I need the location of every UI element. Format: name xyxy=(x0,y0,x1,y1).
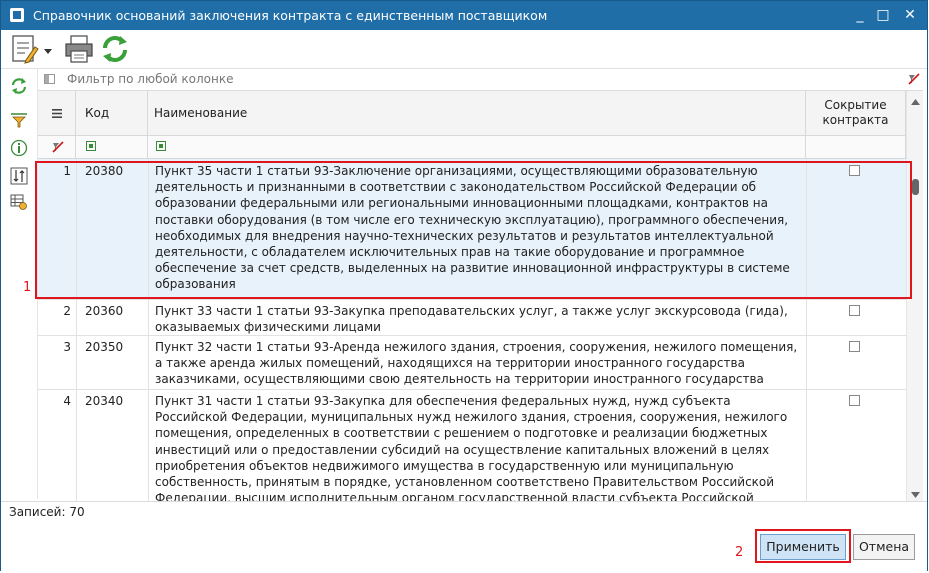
clear-filter-icon[interactable] xyxy=(907,72,920,85)
row-number: 4 xyxy=(63,394,71,408)
column-header-code-label: Код xyxy=(85,106,110,120)
maximize-button[interactable]: □ xyxy=(872,5,894,25)
annotation-number: 2 xyxy=(735,545,744,560)
app-icon xyxy=(10,8,24,22)
info-icon[interactable] xyxy=(10,139,28,157)
scroll-up-icon[interactable] xyxy=(911,94,920,105)
window-title: Справочник оснований заключения контракт… xyxy=(33,8,548,23)
column-header-hide-label-2: контракта xyxy=(822,113,889,127)
filter-bar[interactable]: Фильтр по любой колонке xyxy=(38,69,923,91)
row-name: Пункт 33 части 1 статьи 93-Закупка препо… xyxy=(155,304,788,335)
column-filter-row xyxy=(38,136,906,159)
refresh-icon[interactable] xyxy=(10,77,28,95)
row-number: 2 xyxy=(63,304,71,318)
row-code: 20360 xyxy=(85,304,124,318)
table-row[interactable]: 4 20340 Пункт 31 части 1 статьи 93-Закуп… xyxy=(38,389,906,501)
close-button[interactable]: ✕ xyxy=(899,5,921,25)
menu-icon[interactable] xyxy=(52,107,62,118)
row-name: Пункт 32 части 1 статьи 93-Аренда нежило… xyxy=(155,340,798,387)
column-header-name-label: Наименование xyxy=(154,106,248,120)
column-header-hide-label-1: Сокрытие xyxy=(824,98,887,112)
hide-contract-checkbox[interactable] xyxy=(849,395,860,406)
column-header-hide[interactable]: Сокрытие контракта xyxy=(806,91,906,135)
table-row[interactable]: 2 20360 Пункт 33 части 1 статьи 93-Закуп… xyxy=(38,299,906,336)
hide-filter-cell[interactable] xyxy=(806,136,906,158)
table-row[interactable]: 3 20350 Пункт 32 части 1 статьи 93-Аренд… xyxy=(38,335,906,390)
highlight-box-row xyxy=(35,161,912,299)
hide-contract-checkbox[interactable] xyxy=(849,305,860,316)
column-header-code[interactable]: Код xyxy=(76,91,148,135)
grid-header: Код Наименование Сокрытие контракта xyxy=(38,91,906,136)
filter-input[interactable]: Фильтр по любой колонке xyxy=(67,72,234,86)
filter-mode-icon[interactable] xyxy=(156,141,166,151)
sort-icon[interactable] xyxy=(10,167,28,185)
code-filter-cell[interactable] xyxy=(76,136,148,158)
clear-filter-icon[interactable] xyxy=(51,140,64,153)
annotation-number: 1 xyxy=(23,280,32,295)
edit-document-icon[interactable] xyxy=(10,33,44,65)
row-name: Пункт 31 части 1 статьи 93-Закупка для о… xyxy=(155,394,788,501)
scroll-down-icon[interactable] xyxy=(911,487,920,498)
filter-mode-icon[interactable] xyxy=(86,141,96,151)
dialog-window: Справочник оснований заключения контракт… xyxy=(0,0,928,573)
row-code: 20340 xyxy=(85,394,124,408)
toolbar xyxy=(1,30,927,69)
chevron-down-icon[interactable] xyxy=(44,44,52,54)
filter-clear-cell[interactable] xyxy=(38,136,76,158)
highlight-box-apply xyxy=(755,529,851,563)
scroll-thumb[interactable] xyxy=(912,179,919,195)
cancel-button[interactable]: Отмена xyxy=(853,534,915,560)
minimize-button[interactable]: _ xyxy=(849,5,871,25)
row-code: 20350 xyxy=(85,340,124,354)
records-count: Записей: 70 xyxy=(9,505,85,519)
title-bar: Справочник оснований заключения контракт… xyxy=(1,1,927,30)
filter-icon[interactable] xyxy=(10,111,28,129)
row-menu-header[interactable] xyxy=(38,91,76,135)
name-filter-cell[interactable] xyxy=(148,136,806,158)
panel-toggle-icon[interactable] xyxy=(44,74,55,84)
column-header-name[interactable]: Наименование xyxy=(148,91,806,135)
row-number: 3 xyxy=(63,340,71,354)
table-settings-icon[interactable] xyxy=(10,193,28,211)
refresh-icon[interactable] xyxy=(99,33,131,65)
side-toolbar xyxy=(1,69,38,499)
printer-icon[interactable] xyxy=(63,33,95,65)
hide-contract-checkbox[interactable] xyxy=(849,341,860,352)
